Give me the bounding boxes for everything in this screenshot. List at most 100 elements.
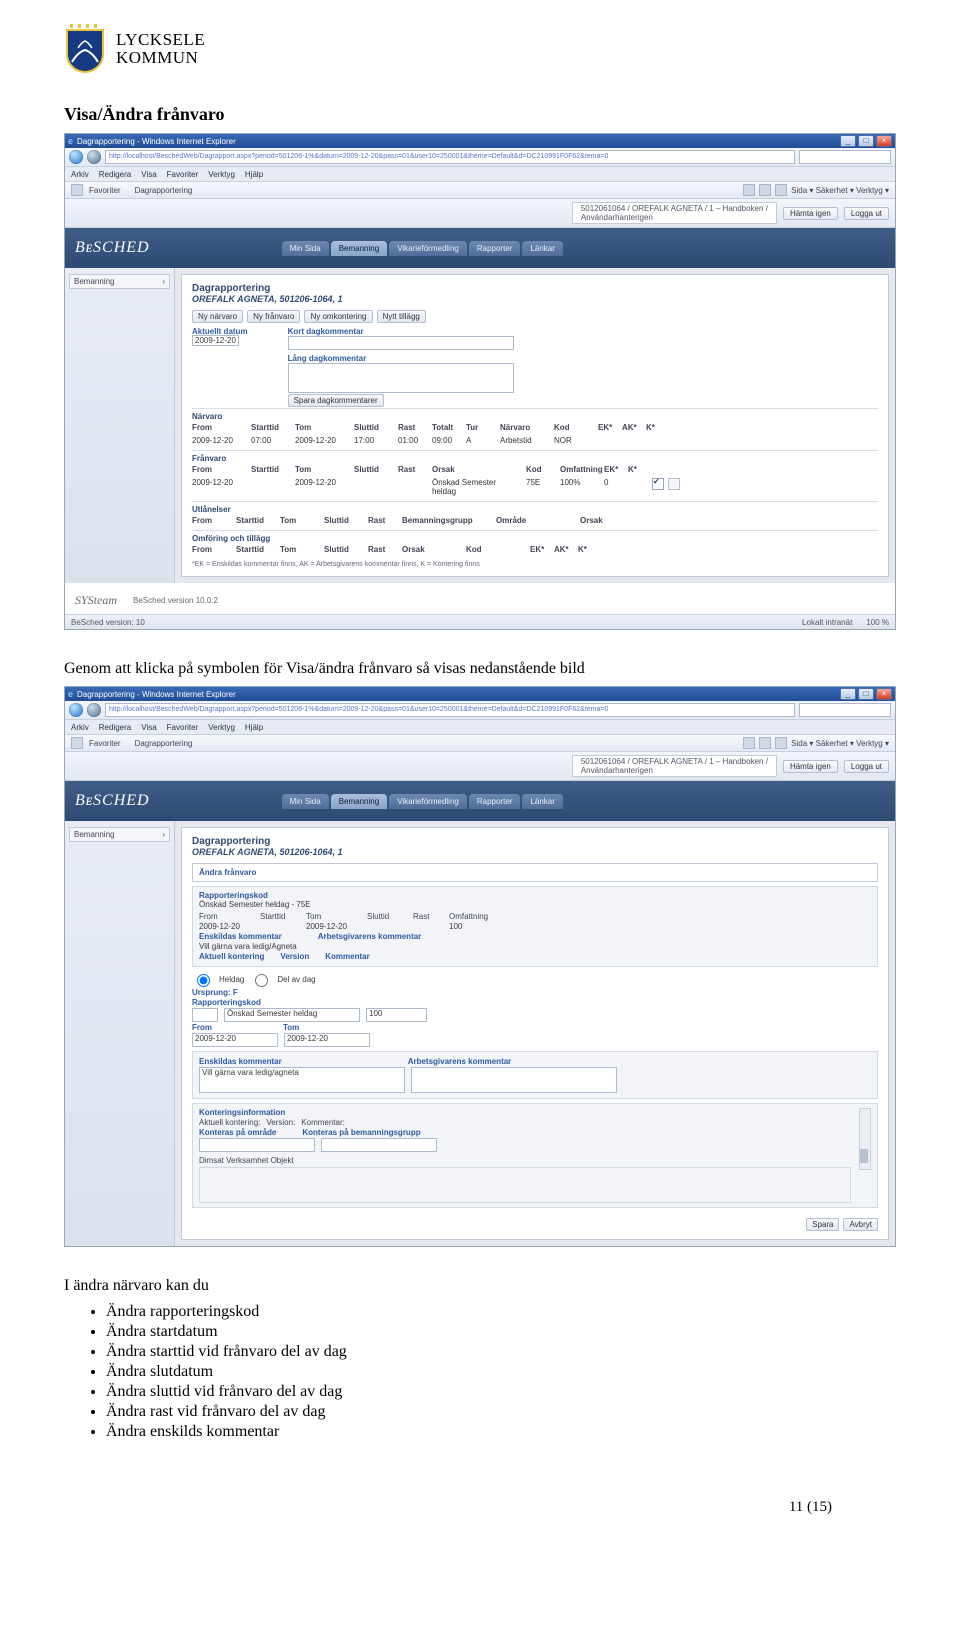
cancel-button[interactable]: Avbryt [843, 1218, 878, 1231]
ensk-textarea[interactable]: Vill gärna vara ledig/agneta [199, 1067, 405, 1093]
code-input[interactable] [192, 1008, 218, 1022]
arb-label: Arbetsgivarens kommentar [318, 932, 422, 941]
star-icon [71, 737, 83, 749]
close-button[interactable]: × [876, 135, 892, 147]
pct-input[interactable]: 100 [366, 1008, 427, 1022]
browser-menu[interactable]: ArkivRedigeraVisaFavoriterVerktygHjälp [65, 720, 895, 735]
crest-icon [64, 24, 106, 74]
short-comment-input[interactable] [288, 336, 514, 350]
favorites-label: Favoriter [89, 186, 121, 195]
mail-icon[interactable] [775, 737, 787, 749]
address-bar[interactable]: http://localhost/BeschedWeb/Dagrapport.a… [105, 150, 795, 164]
date-input[interactable]: 2009-12-20 [192, 335, 239, 346]
address-bar[interactable]: http://localhost/BeschedWeb/Dagrapport.a… [105, 703, 795, 717]
long-comment-label: Lång dagkommentar [288, 354, 878, 363]
tab-min-sida[interactable]: Min Sida [282, 241, 329, 256]
arb-textarea[interactable] [411, 1067, 617, 1093]
narvaro-heading: Närvaro [192, 408, 878, 421]
ursprung-label: Ursprung: F [192, 988, 238, 997]
close-button[interactable]: × [876, 688, 892, 700]
utlanelser-heading: Utlånelser [192, 501, 878, 514]
favorites-label: Favoriter [89, 739, 121, 748]
logo-text: LYCKSELE KOMMUN [116, 31, 205, 67]
omrade-select[interactable] [199, 1138, 315, 1152]
tab-vikarie[interactable]: Vikarieförmedling [389, 794, 467, 809]
search-box[interactable] [799, 150, 891, 164]
scrollbar[interactable] [859, 1108, 871, 1170]
home-icon[interactable] [743, 737, 755, 749]
tab-lankar[interactable]: Länkar [522, 794, 562, 809]
minimize-button[interactable]: _ [840, 688, 856, 700]
tab-vikarie[interactable]: Vikarieförmedling [389, 241, 467, 256]
ie-icon: e [68, 689, 73, 699]
tab-min-sida[interactable]: Min Sida [282, 794, 329, 809]
btn-ny-franvaro[interactable]: Ny frånvaro [247, 310, 300, 323]
search-box[interactable] [799, 703, 891, 717]
toolbar-right[interactable]: Sida ▾ Säkerhet ▾ Verktyg ▾ [791, 739, 889, 748]
omforing-heading: Omföring och tillägg [192, 530, 878, 543]
status-left: BeSched version: 10 [71, 618, 145, 627]
sidebar-item-bemanning[interactable]: Bemanning› [69, 827, 170, 842]
home-icon[interactable] [743, 184, 755, 196]
franvaro-heading: Frånvaro [192, 450, 878, 463]
delavdag-radio[interactable] [255, 974, 268, 987]
footnote: *EK = Enskildas kommentar finns, AK = Ar… [192, 561, 878, 568]
save-button[interactable]: Spara [806, 1218, 839, 1231]
intro-paragraph: Genom att klicka på symbolen för Visa/än… [64, 660, 896, 678]
from-input[interactable]: 2009-12-20 [192, 1033, 278, 1047]
rapkod-select[interactable]: Önskad Semester heldag [224, 1008, 360, 1022]
tab-rapporter[interactable]: Rapporter [469, 794, 521, 809]
minimize-button[interactable]: _ [840, 135, 856, 147]
refresh-button[interactable]: Hämta igen [783, 207, 838, 220]
back-button[interactable] [69, 703, 83, 717]
toolbar-right[interactable]: Sida ▾ Säkerhet ▾ Verktyg ▾ [791, 186, 889, 195]
sidebar-item-bemanning[interactable]: Bemanning› [69, 274, 170, 289]
bullet-list: Ändra rapporteringskod Ändra startdatum … [88, 1303, 896, 1441]
edit-franvaro-icon[interactable] [652, 478, 664, 490]
status-zone: Lokalt intranät [802, 618, 852, 627]
content-title: Dagrapportering [192, 283, 878, 294]
logout-button[interactable]: Logga ut [844, 207, 889, 220]
page-number: 11 (15) [789, 1499, 832, 1516]
back-button[interactable] [69, 150, 83, 164]
delete-icon[interactable] [668, 478, 680, 490]
status-zoom: 100 % [866, 618, 889, 627]
rapkod-label: Rapporteringskod [199, 891, 871, 900]
feed-icon[interactable] [759, 184, 771, 196]
ensk-label: Enskildas kommentar [199, 932, 282, 941]
refresh-button[interactable]: Hämta igen [783, 760, 838, 773]
page-tab[interactable]: Dagrapportering [135, 186, 193, 195]
page-tab[interactable]: Dagrapportering [135, 739, 193, 748]
forward-button[interactable] [87, 703, 101, 717]
content-title: Dagrapportering [192, 836, 878, 847]
browser-menu[interactable]: ArkivRedigeraVisaFavoriterVerktygHjälp [65, 167, 895, 182]
systeam-logo: SYSteam [75, 593, 117, 608]
tab-bemanning[interactable]: Bemanning [331, 241, 387, 256]
feed-icon[interactable] [759, 737, 771, 749]
tab-lankar[interactable]: Länkar [522, 241, 562, 256]
window-title: Dagrapportering - Windows Internet Explo… [77, 137, 236, 146]
mail-icon[interactable] [775, 184, 787, 196]
heldag-radio[interactable] [197, 974, 210, 987]
btn-nytt-tillagg[interactable]: Nytt tillägg [377, 310, 426, 323]
tom-input[interactable]: 2009-12-20 [284, 1033, 370, 1047]
btn-ny-narvaro[interactable]: Ny närvaro [192, 310, 243, 323]
screenshot-1: e Dagrapportering - Windows Internet Exp… [64, 133, 896, 630]
content-person: OREFALK AGNETA, 501206-1064, 1 [192, 294, 878, 304]
ensk-value: Vill gärna vara ledig/Agneta [199, 942, 297, 951]
btn-ny-omkontering[interactable]: Ny omkontering [304, 310, 372, 323]
version-text: BeSched version 10.0.2 [133, 596, 218, 605]
tab-bemanning[interactable]: Bemanning [331, 794, 387, 809]
bemgrupp-select[interactable] [321, 1138, 437, 1152]
window-title: Dagrapportering - Windows Internet Explo… [77, 690, 236, 699]
logout-button[interactable]: Logga ut [844, 760, 889, 773]
maximize-button[interactable]: □ [858, 135, 874, 147]
long-comment-input[interactable] [288, 363, 514, 393]
tab-rapporter[interactable]: Rapporter [469, 241, 521, 256]
list-intro: I ändra närvaro kan du [64, 1277, 896, 1295]
maximize-button[interactable]: □ [858, 688, 874, 700]
content-person: OREFALK AGNETA, 501206-1064, 1 [192, 847, 878, 857]
save-comments-button[interactable]: Spara dagkommentarer [288, 394, 384, 407]
municipal-logo: LYCKSELE KOMMUN [64, 24, 896, 74]
forward-button[interactable] [87, 150, 101, 164]
